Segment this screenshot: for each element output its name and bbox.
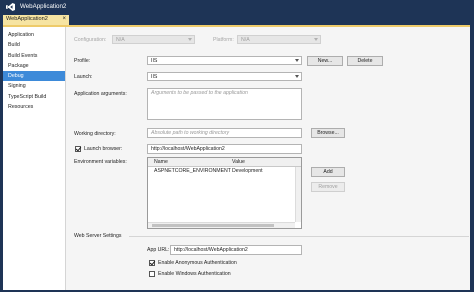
- new-profile-button[interactable]: New...: [307, 56, 343, 66]
- launch-browser-checkbox[interactable]: [75, 146, 81, 152]
- launch-dropdown[interactable]: IIS: [147, 72, 302, 81]
- visual-studio-logo-icon: [6, 3, 15, 11]
- title-bar: WebApplication2: [0, 0, 474, 14]
- sidebar-item-build[interactable]: Build: [3, 40, 65, 50]
- project-properties-panel: Application Build Build Events Package D…: [3, 25, 470, 290]
- sidebar-item-build-events[interactable]: Build Events: [3, 51, 65, 61]
- launch-value: IIS: [151, 74, 158, 80]
- column-header-name[interactable]: Name: [154, 159, 168, 165]
- close-icon[interactable]: ×: [62, 16, 66, 22]
- add-variable-button[interactable]: Add: [311, 167, 345, 177]
- document-tab-label: WebApplication2: [6, 16, 48, 22]
- vertical-scrollbar[interactable]: [295, 167, 301, 222]
- application-arguments-input[interactable]: Arguments to be passed to the applicatio…: [147, 88, 302, 120]
- launch-browser-url-value: http://localhost/WebApplication2: [151, 146, 225, 152]
- platform-value: N/A: [241, 37, 250, 43]
- app-url-label: App URL:: [147, 247, 170, 253]
- application-arguments-label: Application arguments:: [74, 91, 127, 97]
- chevron-down-icon: [188, 38, 192, 41]
- profile-dropdown[interactable]: IIS: [147, 56, 302, 65]
- environment-variables-grid[interactable]: Name Value ASPNETCORE_ENVIRONMENT Develo…: [147, 157, 302, 229]
- windows-authentication-checkbox[interactable]: [149, 271, 155, 277]
- configuration-label: Configuration:: [74, 37, 107, 43]
- sidebar-item-resources[interactable]: Resources: [3, 102, 65, 112]
- web-server-settings-heading: Web Server Settings: [74, 233, 122, 239]
- platform-label: Platform:: [213, 37, 234, 43]
- grid-header: Name Value: [148, 158, 301, 167]
- table-row[interactable]: ASPNETCORE_ENVIRONMENT Development: [148, 167, 295, 176]
- sidebar-item-application[interactable]: Application: [3, 30, 65, 40]
- profile-value: IIS: [151, 58, 158, 64]
- configuration-value: N/A: [116, 37, 125, 43]
- environment-variables-label: Environment variables:: [74, 159, 127, 165]
- platform-dropdown: N/A: [237, 35, 321, 44]
- debug-page: Configuration: N/A Platform: N/A Profile…: [71, 27, 470, 290]
- horizontal-scrollbar[interactable]: [148, 222, 295, 228]
- delete-profile-button[interactable]: Delete: [347, 56, 383, 66]
- chevron-down-icon: [295, 59, 299, 62]
- browse-button[interactable]: Browse...: [311, 128, 345, 138]
- env-var-value-cell[interactable]: Development: [232, 168, 263, 174]
- working-directory-input[interactable]: Absolute path to working directory: [147, 128, 302, 138]
- application-arguments-placeholder: Arguments to be passed to the applicatio…: [151, 90, 248, 96]
- remove-variable-button: Remove: [311, 182, 345, 192]
- configuration-dropdown: N/A: [112, 35, 195, 44]
- scrollbar-thumb[interactable]: [152, 224, 274, 227]
- anonymous-authentication-label: Enable Anonymous Authentication: [158, 260, 237, 266]
- sidebar-item-debug[interactable]: Debug: [3, 71, 65, 82]
- launch-browser-url-input[interactable]: http://localhost/WebApplication2: [147, 144, 302, 154]
- sidebar-item-typescript-build[interactable]: TypeScript Build: [3, 92, 65, 102]
- sidebar-item-package[interactable]: Package: [3, 61, 65, 71]
- app-url-value: http://localhost/WebApplication2: [174, 247, 248, 253]
- working-directory-placeholder: Absolute path to working directory: [151, 130, 230, 136]
- launch-label: Launch:: [74, 74, 93, 80]
- working-directory-label: Working directory:: [74, 131, 116, 137]
- column-header-value[interactable]: Value: [232, 159, 245, 165]
- launch-browser-label: Launch browser:: [84, 146, 123, 152]
- window-title: WebApplication2: [20, 3, 67, 10]
- windows-authentication-label: Enable Windows Authentication: [158, 271, 231, 277]
- profile-label: Profile:: [74, 58, 91, 64]
- section-divider: [129, 236, 469, 237]
- properties-sidebar: Application Build Build Events Package D…: [3, 27, 66, 290]
- document-tab[interactable]: WebApplication2 ×: [3, 15, 69, 25]
- env-var-name-cell[interactable]: ASPNETCORE_ENVIRONMENT: [154, 168, 231, 174]
- anonymous-authentication-checkbox[interactable]: [149, 260, 155, 266]
- chevron-down-icon: [295, 75, 299, 78]
- chevron-down-icon: [314, 38, 318, 41]
- sidebar-item-signing[interactable]: Signing: [3, 81, 65, 91]
- app-url-input[interactable]: http://localhost/WebApplication2: [170, 245, 302, 255]
